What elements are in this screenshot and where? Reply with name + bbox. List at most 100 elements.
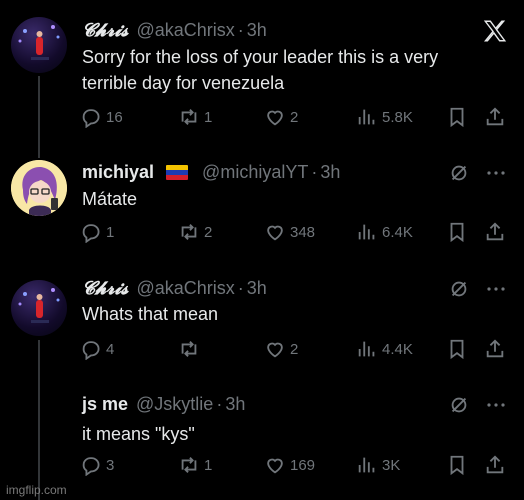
- views-count: 6.4K: [382, 223, 413, 241]
- tweet[interactable]: michiyal @michiyalYT · 3h Mátate 1 2 348…: [0, 140, 524, 260]
- reply-button[interactable]: 4: [80, 338, 114, 360]
- views-count: 5.8K: [382, 108, 413, 126]
- display-name[interactable]: js me: [82, 394, 128, 415]
- display-name[interactable]: 𝓒𝓱𝓻𝓲𝓼: [82, 278, 128, 299]
- share-icon: [486, 222, 504, 241]
- bookmark-icon: [450, 107, 464, 128]
- views-count: 4.4K: [382, 340, 413, 358]
- like-icon: [267, 458, 283, 474]
- repost-button[interactable]: [178, 338, 204, 360]
- separator-dot: ·: [237, 277, 244, 298]
- user-handle[interactable]: @michiyalYT: [202, 162, 308, 183]
- more-icon[interactable]: [482, 278, 510, 300]
- timestamp[interactable]: 3h: [247, 20, 267, 41]
- like-count: 2: [290, 340, 299, 358]
- tweet[interactable]: 𝓒𝓱𝓻𝓲𝓼 @akaChrisx · 3h Sorry for the loss…: [0, 0, 524, 140]
- share-icon: [486, 455, 504, 474]
- more-icon[interactable]: [482, 394, 510, 416]
- bookmark-button[interactable]: [446, 454, 468, 476]
- grok-icon[interactable]: [448, 394, 470, 416]
- reply-button[interactable]: 16: [80, 106, 123, 128]
- reply-icon: [82, 109, 100, 128]
- share-icon: [486, 107, 504, 126]
- grok-icon[interactable]: [448, 278, 470, 300]
- reply-count: 1: [106, 223, 115, 241]
- share-button[interactable]: [484, 221, 506, 243]
- like-icon: [267, 342, 283, 358]
- views-button[interactable]: 5.8K: [356, 106, 413, 128]
- grok-icon[interactable]: [448, 162, 470, 184]
- separator-dot: ·: [216, 393, 223, 414]
- views-count: 3K: [382, 456, 401, 474]
- user-handle[interactable]: @akaChrisx: [136, 278, 234, 299]
- avatar-image: [18, 288, 60, 323]
- reply-count: 16: [106, 108, 123, 126]
- reply-button[interactable]: 1: [80, 221, 114, 243]
- bookmark-icon: [450, 339, 464, 360]
- timestamp[interactable]: 3h: [247, 278, 267, 299]
- bookmark-icon: [450, 222, 464, 243]
- views-icon: [358, 457, 375, 473]
- display-name[interactable]: michiyal: [82, 162, 154, 183]
- repost-count: 2: [204, 223, 213, 241]
- views-icon: [358, 224, 375, 240]
- repost-icon: [181, 457, 197, 473]
- reply-icon: [82, 224, 100, 243]
- tweet[interactable]: 𝓒𝓱𝓻𝓲𝓼 @akaChrisx · 3h Whats that mean 4 …: [0, 260, 524, 380]
- user-handle[interactable]: @akaChrisx: [136, 20, 234, 41]
- timestamp[interactable]: 3h: [225, 394, 245, 415]
- reply-count: 4: [106, 340, 115, 358]
- like-icon: [267, 110, 283, 126]
- more-icon[interactable]: [482, 162, 510, 184]
- like-button[interactable]: 169: [264, 454, 315, 476]
- share-button[interactable]: [484, 338, 506, 360]
- like-button[interactable]: 348: [264, 221, 315, 243]
- avatar[interactable]: [11, 17, 67, 73]
- like-button[interactable]: 2: [264, 106, 298, 128]
- avatar[interactable]: [11, 280, 67, 336]
- views-button[interactable]: 3K: [356, 454, 400, 476]
- reply-icon: [82, 341, 100, 360]
- repost-button[interactable]: 1: [178, 106, 212, 128]
- avatar-image: [18, 25, 60, 60]
- bookmark-button[interactable]: [446, 338, 468, 360]
- reply-icon: [82, 457, 100, 476]
- tweet[interactable]: js me @Jskytlie · 3h it means "kys" 3 1 …: [0, 380, 524, 500]
- venezuela-flag-icon: [166, 164, 189, 180]
- views-button[interactable]: 4.4K: [356, 338, 413, 360]
- like-count: 348: [290, 223, 316, 241]
- avatar-image: [11, 160, 67, 216]
- tweet-text: it means "kys": [82, 424, 195, 444]
- reply-button[interactable]: 3: [80, 454, 114, 476]
- share-icon: [486, 339, 504, 358]
- bookmark-button[interactable]: [446, 221, 468, 243]
- bookmark-icon: [450, 455, 464, 476]
- share-button[interactable]: [484, 106, 506, 128]
- bookmark-button[interactable]: [446, 106, 468, 128]
- user-handle[interactable]: @Jskytlie: [136, 394, 213, 415]
- repost-button[interactable]: 2: [178, 221, 212, 243]
- separator-dot: ·: [311, 161, 318, 182]
- watermark: imgflip.com: [6, 483, 67, 497]
- like-count: 169: [290, 456, 316, 474]
- reply-count: 3: [106, 456, 115, 474]
- views-button[interactable]: 6.4K: [356, 221, 413, 243]
- avatar[interactable]: [11, 160, 67, 216]
- display-name[interactable]: 𝓒𝓱𝓻𝓲𝓼: [82, 20, 128, 41]
- timestamp[interactable]: 3h: [320, 162, 340, 183]
- views-icon: [358, 341, 375, 357]
- repost-icon: [181, 341, 197, 357]
- repost-button[interactable]: 1: [178, 454, 212, 476]
- repost-count: 1: [204, 456, 213, 474]
- views-icon: [358, 109, 375, 125]
- tweet-text: Sorry for the loss of your leader this i…: [82, 47, 439, 93]
- share-button[interactable]: [484, 454, 506, 476]
- repost-icon: [181, 224, 197, 240]
- like-icon: [267, 225, 283, 241]
- separator-dot: ·: [237, 19, 244, 40]
- repost-count: 1: [204, 108, 213, 126]
- like-count: 2: [290, 108, 299, 126]
- repost-icon: [181, 109, 197, 125]
- tweet-text: Whats that mean: [82, 304, 219, 324]
- like-button[interactable]: 2: [264, 338, 298, 360]
